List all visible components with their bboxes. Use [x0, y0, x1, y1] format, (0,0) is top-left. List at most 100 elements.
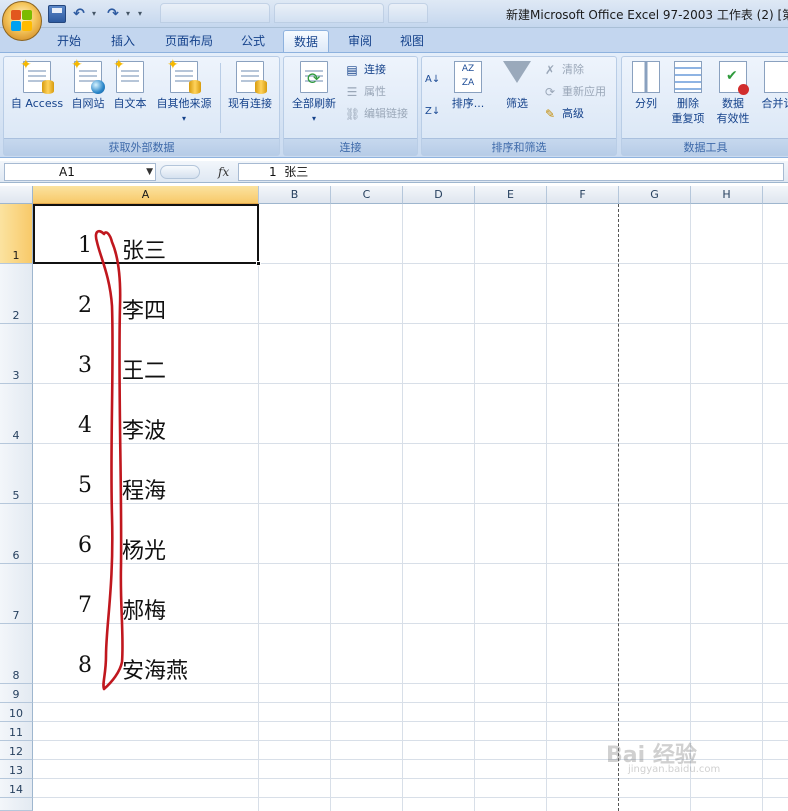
window-title: 新建Microsoft Office Excel 97-2003 工作表 (2)…	[506, 8, 788, 22]
advanced-filter-button[interactable]: ✎ 高级	[542, 105, 584, 123]
group-divider	[220, 63, 221, 133]
name-box[interactable]: A1 ▼	[4, 163, 156, 181]
existing-connections-icon	[236, 61, 267, 94]
row-header-13[interactable]: 13	[0, 760, 33, 779]
column-header-b[interactable]: B	[259, 186, 331, 204]
chevron-down-icon: ▾	[181, 114, 186, 123]
sort-a-z-button[interactable]: A↓	[424, 71, 442, 89]
from-text-button[interactable]: ✦ 自文本	[108, 58, 152, 111]
from-web-button[interactable]: ✦ 自网站	[66, 58, 110, 111]
refresh-all-button[interactable]: ⟳ 全部刷新 ▾	[286, 61, 342, 126]
group-label-external: 获取外部数据	[4, 138, 279, 155]
background-tab[interactable]	[274, 3, 384, 23]
background-tab[interactable]	[388, 3, 428, 23]
sort-ascending-icon: A↓	[425, 74, 441, 85]
filter-button[interactable]: 筛选	[498, 61, 536, 111]
formula-bar: A1 ▼ fx 1 张三	[0, 161, 788, 183]
tab-insert[interactable]: 插入	[100, 30, 146, 52]
reapply-filter-button[interactable]: ⟳ 重新应用	[542, 83, 606, 101]
text-to-columns-button[interactable]: 分列	[626, 61, 666, 111]
text-doc-icon: ✦	[113, 58, 144, 93]
save-icon[interactable]	[48, 5, 66, 23]
row-header-9[interactable]: 9	[0, 684, 33, 703]
sort-button[interactable]: AZ ZA 排序...	[448, 61, 488, 111]
row-header-10[interactable]: 10	[0, 703, 33, 722]
undo-dropdown-icon[interactable]: ▾	[92, 5, 100, 23]
advanced-filter-icon: ✎	[544, 107, 556, 121]
column-header-e[interactable]: E	[475, 186, 547, 204]
row-header-5[interactable]: 5	[0, 444, 33, 504]
insert-function-icon[interactable]: fx	[218, 163, 229, 181]
column-header-g[interactable]: G	[619, 186, 691, 204]
cell-a2-name: 李四	[122, 299, 167, 324]
worksheet-grid[interactable]: A B C D E F G H 1 2 3 4 5 6 7 8 9 10 11 …	[0, 186, 788, 811]
column-header-partial[interactable]	[763, 186, 788, 204]
row-header-11[interactable]: 11	[0, 722, 33, 741]
ribbon: ✦ 自 Access ✦ 自网站 ✦ 自文本 ✦ 自其他来源 ▾ 现有连接 获取…	[0, 52, 788, 158]
connections-button[interactable]: ▤ 连接	[344, 61, 386, 79]
undo-icon[interactable]: ↶	[70, 5, 88, 23]
tab-formulas[interactable]: 公式	[230, 30, 276, 52]
column-header-a[interactable]: A	[33, 186, 259, 204]
reapply-icon: ⟳	[544, 85, 556, 99]
grid-line	[33, 702, 788, 703]
grid-line	[474, 204, 475, 811]
customize-qat-icon[interactable]: ▾	[138, 5, 146, 23]
row-header-2[interactable]: 2	[0, 264, 33, 324]
edit-links-button[interactable]: ⛓ 编辑链接	[344, 105, 408, 123]
group-data-tools: 分列 删除 重复项 ✔ 数据 有效性 合并计 数据工具	[621, 56, 788, 156]
properties-button[interactable]: ☰ 属性	[344, 83, 386, 101]
row-header-14[interactable]: 14	[0, 779, 33, 798]
tab-home[interactable]: 开始	[46, 30, 92, 52]
consolidate-button[interactable]: 合并计	[758, 61, 788, 111]
column-header-d[interactable]: D	[403, 186, 475, 204]
cell-a7-number: 7	[78, 593, 92, 618]
sort-descending-icon: Z↓	[425, 106, 441, 117]
office-button[interactable]	[2, 1, 42, 41]
sort-z-a-button[interactable]: Z↓	[424, 103, 442, 121]
formula-bar-handle[interactable]	[160, 165, 200, 179]
background-window-tabs	[160, 3, 428, 23]
row-header-12[interactable]: 12	[0, 741, 33, 760]
row-header-3[interactable]: 3	[0, 324, 33, 384]
row-header-4[interactable]: 4	[0, 384, 33, 444]
active-cell-border	[33, 204, 259, 264]
existing-connections-button[interactable]: 现有连接	[222, 61, 278, 111]
clear-filter-icon: ✗	[544, 63, 556, 77]
redo-dropdown-icon[interactable]: ▾	[126, 5, 134, 23]
row-header-1[interactable]: 1	[0, 204, 33, 264]
row-header-6[interactable]: 6	[0, 504, 33, 564]
background-tab[interactable]	[160, 3, 270, 23]
group-label-data-tools: 数据工具	[622, 138, 788, 155]
group-sort-filter: A↓ Z↓ AZ ZA 排序... 筛选 ✗ 清除 ⟳ 重新应用 ✎ 高级 排序…	[421, 56, 617, 156]
column-header-c[interactable]: C	[331, 186, 403, 204]
formula-input[interactable]: 1 张三	[238, 163, 784, 181]
column-header-h[interactable]: H	[691, 186, 763, 204]
row-header-partial[interactable]	[0, 798, 33, 811]
red-annotation-loop	[94, 229, 124, 691]
cell-a8-name: 安海燕	[122, 659, 189, 684]
grid-line	[33, 778, 788, 779]
grid-line	[33, 797, 788, 798]
from-other-sources-button[interactable]: ✦ 自其他来源 ▾	[150, 58, 218, 126]
refresh-icon: ⟳	[300, 61, 328, 93]
other-sources-doc-icon: ✦	[167, 58, 201, 94]
row-header-8[interactable]: 8	[0, 624, 33, 684]
remove-duplicates-button[interactable]: 删除 重复项	[668, 61, 708, 126]
cell-a5-name: 程海	[122, 479, 167, 504]
redo-icon[interactable]: ↷	[104, 5, 122, 23]
cell-a4-name: 李波	[122, 419, 167, 444]
column-header-f[interactable]: F	[547, 186, 619, 204]
clear-filter-button[interactable]: ✗ 清除	[542, 61, 584, 79]
chevron-down-icon[interactable]: ▼	[146, 165, 153, 179]
select-all-button[interactable]	[0, 186, 33, 204]
from-access-button[interactable]: ✦ 自 Access	[6, 58, 68, 111]
tab-view[interactable]: 视图	[389, 30, 435, 52]
tab-data[interactable]: 数据	[283, 30, 329, 52]
tab-page-layout[interactable]: 页面布局	[156, 30, 222, 52]
tab-review[interactable]: 审阅	[337, 30, 383, 52]
data-validation-button[interactable]: ✔ 数据 有效性	[710, 61, 756, 126]
web-doc-icon: ✦	[71, 58, 105, 94]
row-header-7[interactable]: 7	[0, 564, 33, 624]
fill-handle[interactable]	[256, 261, 261, 266]
